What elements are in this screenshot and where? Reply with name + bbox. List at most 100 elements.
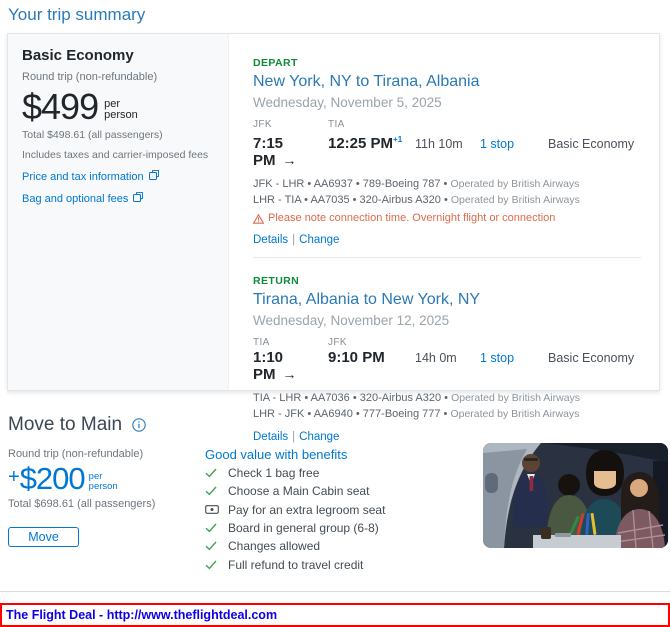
depart-time: 1:10 PM→ <box>253 349 328 383</box>
benefit-item: Choose a Main Cabin seat <box>205 485 480 497</box>
benefit-item: Check 1 bag free <box>205 467 480 479</box>
dest-code: TIA <box>328 119 415 130</box>
deal-banner: The Flight Deal - http://www.theflightde… <box>0 603 670 627</box>
check-icon <box>205 523 219 533</box>
dest-code: JFK <box>328 337 415 348</box>
price-row: $499 per person <box>22 90 214 124</box>
depart-times-row: 7:15 PM→ 12:25 PM+1 11h 10m 1 stop Basic… <box>253 131 641 169</box>
arrive-time: 12:25 PM+1 <box>328 131 415 152</box>
next-day-indicator: +1 <box>393 135 402 144</box>
segment-main: LHR - JFK • AA6940 • 777-Boeing 777 • <box>253 408 447 420</box>
airport-codes-row: TIA JFK <box>253 337 641 348</box>
price-amount: $499 <box>22 90 98 124</box>
segment-main: LHR - TIA • AA7035 • 320-Airbus A320 • <box>253 194 448 206</box>
details-link[interactable]: Details <box>253 431 288 443</box>
upsell-price-amount: $200 <box>20 464 85 493</box>
benefit-item: Pay for an extra legroom seat <box>205 504 480 516</box>
change-link[interactable]: Change <box>299 234 339 246</box>
trip-type: Round trip (non-refundable) <box>22 71 214 83</box>
segment-operated: Operated by British Airways <box>450 408 579 420</box>
plus-sign: + <box>8 467 20 487</box>
dollar-bill-icon <box>205 505 219 514</box>
depart-time-value: 1:10 PM <box>253 349 283 383</box>
check-icon <box>205 486 219 496</box>
segment-main: JFK - LHR • AA6937 • 789-Boeing 787 • <box>253 178 447 190</box>
arrow-icon: → <box>283 366 297 382</box>
segment-main: TIA - LHR • AA7036 • 320-Airbus A320 • <box>253 392 448 404</box>
stops-link[interactable]: 1 stop <box>480 136 548 153</box>
section-divider <box>253 257 641 258</box>
arrow-icon: → <box>283 152 297 168</box>
benefits-list: Good value with benefits Check 1 bag fre… <box>205 448 480 571</box>
trip-summary-card: Basic Economy Round trip (non-refundable… <box>7 33 660 391</box>
airport-codes-row: JFK TIA <box>253 119 641 130</box>
per-person-label: per person <box>104 99 138 121</box>
cabin-label: Basic Economy <box>548 350 634 367</box>
fees-note: Includes taxes and carrier-imposed fees <box>22 149 214 161</box>
person-label: person <box>89 481 118 492</box>
duration: 11h 10m <box>415 136 480 153</box>
benefit-label: Full refund to travel credit <box>228 558 363 572</box>
arrive-time-value: 9:10 PM <box>328 349 385 366</box>
benefit-label: Changes allowed <box>228 539 320 553</box>
check-icon <box>205 560 219 570</box>
check-icon <box>205 541 219 551</box>
upsell-total: Total $698.61 (all passengers) <box>8 498 193 510</box>
depart-time: 7:15 PM→ <box>253 135 328 169</box>
warning-text: Please note connection time. Overnight f… <box>268 212 555 225</box>
person-label: person <box>104 109 138 121</box>
origin-code: TIA <box>253 337 328 348</box>
segment-operated: Operated by British Airways <box>450 178 579 190</box>
total-price: Total $498.61 (all passengers) <box>22 129 214 141</box>
return-segments: TIA - LHR • AA7036 • 320-Airbus A320 • O… <box>253 390 641 422</box>
depart-route-heading: New York, NY to Tirana, Albania <box>253 70 641 90</box>
upsell-title: Move to Main <box>8 414 122 436</box>
connection-warning: Please note connection time. Overnight f… <box>253 212 641 225</box>
depart-date: Wednesday, November 5, 2025 <box>253 96 641 109</box>
return-label: RETURN <box>253 276 641 287</box>
pipe-separator: | <box>292 431 295 443</box>
bag-fees-link-label: Bag and optional fees <box>22 193 128 205</box>
segment-row: LHR - JFK • AA6940 • 777-Boeing 777 • Op… <box>253 406 641 422</box>
origin-code: JFK <box>253 119 328 130</box>
depart-section: DEPART New York, NY to Tirana, Albania W… <box>253 58 641 247</box>
return-route-heading: Tirana, Albania to New York, NY <box>253 288 641 308</box>
segment-row: TIA - LHR • AA7036 • 320-Airbus A320 • O… <box>253 390 641 406</box>
move-button[interactable]: Move <box>8 527 79 547</box>
change-link[interactable]: Change <box>299 431 339 443</box>
upsell-title-row: Move to Main <box>8 414 146 436</box>
stops-link[interactable]: 1 stop <box>480 350 548 367</box>
bag-fees-link[interactable]: Bag and optional fees <box>22 192 214 205</box>
benefit-item: Board in general group (6-8) <box>205 522 480 534</box>
fare-panel: Basic Economy Round trip (non-refundable… <box>8 34 229 390</box>
pipe-separator: | <box>292 234 295 246</box>
upsell-pricing: Round trip (non-refundable) + $200 per p… <box>8 448 193 547</box>
flights-panel: DEPART New York, NY to Tirana, Albania W… <box>229 34 659 390</box>
segment-row: JFK - LHR • AA6937 • 789-Boeing 787 • Op… <box>253 176 641 192</box>
trip-type: Round trip (non-refundable) <box>8 448 193 460</box>
benefit-label: Check 1 bag free <box>228 466 319 480</box>
return-section: RETURN Tirana, Albania to New York, NY W… <box>253 276 641 444</box>
page-divider <box>0 591 670 592</box>
return-times-row: 1:10 PM→ 9:10 PM 14h 0m 1 stop Basic Eco… <box>253 349 641 383</box>
price-tax-link[interactable]: Price and tax information <box>22 170 214 183</box>
benefit-item: Changes allowed <box>205 540 480 552</box>
warning-triangle-icon <box>253 214 264 224</box>
depart-actions: Details | Change <box>253 233 641 247</box>
per-person-label: per person <box>89 472 118 491</box>
arrive-time-value: 12:25 PM <box>328 135 393 152</box>
cabin-label: Basic Economy <box>548 136 634 153</box>
segment-row: LHR - TIA • AA7035 • 320-Airbus A320 • O… <box>253 192 641 208</box>
upsell-price-row: + $200 per person <box>8 464 193 493</box>
benefit-label: Pay for an extra legroom seat <box>228 503 385 517</box>
arrive-time: 9:10 PM <box>328 349 415 366</box>
details-link[interactable]: Details <box>253 234 288 246</box>
benefit-label: Board in general group (6-8) <box>228 521 379 535</box>
depart-segments: JFK - LHR • AA6937 • 789-Boeing 787 • Op… <box>253 176 641 208</box>
page-title: Your trip summary <box>8 5 145 25</box>
benefit-label: Choose a Main Cabin seat <box>228 484 369 498</box>
info-icon[interactable] <box>132 418 146 432</box>
return-actions: Details | Change <box>253 430 641 444</box>
depart-label: DEPART <box>253 58 641 69</box>
fare-name: Basic Economy <box>22 47 214 64</box>
